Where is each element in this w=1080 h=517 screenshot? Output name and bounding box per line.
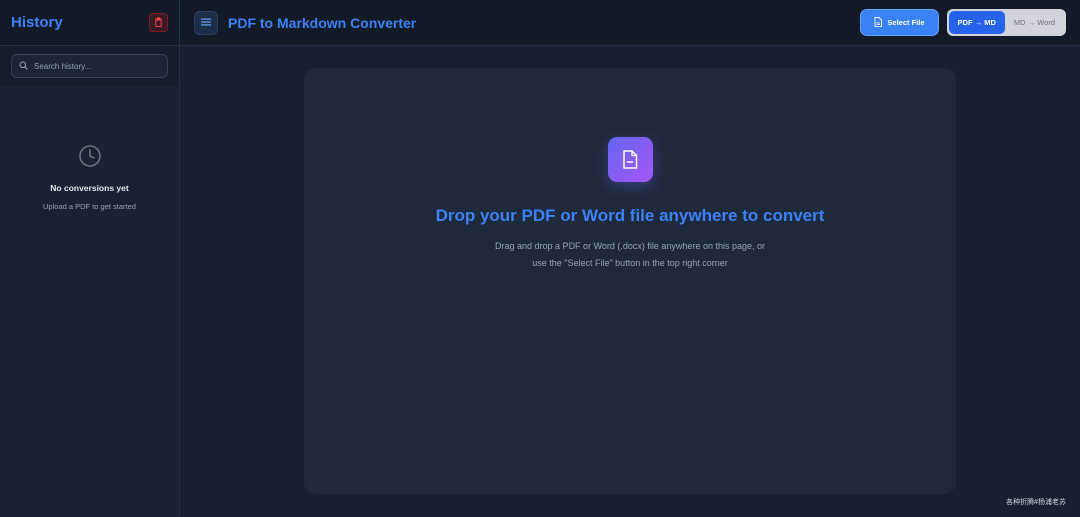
clock-icon [78, 144, 102, 173]
document-icon [607, 137, 653, 182]
empty-state-subtitle: Upload a PDF to get started [43, 202, 136, 211]
sidebar-header: History [0, 0, 179, 46]
mode-md-to-word[interactable]: MD → Word [1005, 11, 1064, 34]
trash-icon [154, 15, 163, 30]
select-file-label: Select File [887, 18, 925, 27]
top-bar: PDF to Markdown Converter Select File PD… [180, 0, 1080, 46]
drop-zone[interactable]: Drop your PDF or Word file anywhere to c… [304, 68, 956, 494]
search-icon [19, 57, 28, 75]
empty-state-title: No conversions yet [50, 183, 129, 193]
drop-description: Drag and drop a PDF or Word (.docx) file… [495, 241, 765, 268]
menu-icon [201, 17, 211, 29]
history-sidebar: History Search history... No conversions… [0, 0, 180, 517]
select-file-button[interactable]: Select File [861, 10, 938, 35]
history-list: No conversions yet Upload a PDF to get s… [0, 86, 179, 517]
sidebar-title: History [11, 14, 63, 31]
search-area [0, 46, 179, 86]
menu-button[interactable] [194, 10, 218, 35]
clear-history-button[interactable] [149, 13, 168, 32]
mode-pdf-to-md[interactable]: PDF → MD [948, 11, 1005, 34]
search-input[interactable] [34, 61, 154, 71]
empty-state: No conversions yet Upload a PDF to get s… [0, 86, 179, 211]
drop-title: Drop your PDF or Word file anywhere to c… [435, 206, 825, 225]
app-title: PDF to Markdown Converter [228, 14, 417, 31]
conversion-mode-toggle: PDF → MD MD → Word [946, 9, 1066, 36]
search-box[interactable] [11, 54, 168, 78]
file-icon [874, 16, 883, 29]
watermark: 各种折腾#杨浦老苏 [1006, 499, 1066, 506]
